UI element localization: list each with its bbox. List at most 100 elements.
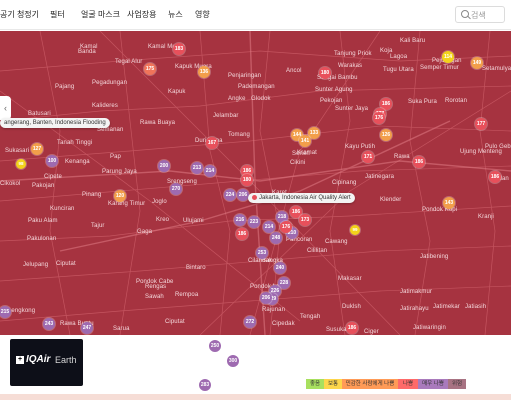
aqi-station-marker[interactable]: 213 (191, 162, 203, 174)
legend-item: 보통 (324, 379, 342, 389)
aqi-station-marker[interactable]: 180 (319, 67, 331, 79)
map-place-label: Cikokol (0, 181, 21, 187)
map-place-label: Angke (228, 96, 246, 102)
tooltip-text: Jakarta, Indonesia Air Quality Alert (259, 195, 351, 202)
nav-news[interactable]: 뉴스 (168, 9, 183, 20)
search-box[interactable]: 검색 (455, 6, 505, 23)
aqi-station-marker[interactable]: 206 (260, 292, 272, 304)
map-place-label: Sunter Jaya (335, 106, 369, 112)
map-place-label: Jatimakmur (400, 289, 433, 295)
map-place-label: Rawa (394, 154, 410, 160)
aqi-station-marker[interactable]: 143 (443, 197, 455, 209)
legend-item: 좋음 (306, 379, 324, 389)
map-place-label: Parung Jaya (102, 169, 137, 175)
legend-item: 민감한 사람에게 나쁨 (342, 379, 398, 389)
aqi-station-marker[interactable]: 99 (350, 225, 360, 235)
aqi-station-marker[interactable]: 100 (46, 155, 58, 167)
map-place-label: Kenanga (65, 159, 90, 165)
aqi-station-marker[interactable]: 248 (270, 232, 282, 244)
top-navigation-bar: 공기 청정기 필터 얼굴 마스크 사업장용 뉴스 영향 검색 (0, 0, 511, 30)
aqi-station-marker[interactable]: 243 (43, 318, 55, 330)
nav-filter[interactable]: 필터 (50, 9, 65, 20)
map-place-label: Pap (110, 154, 121, 160)
aqi-station-marker[interactable]: 149 (471, 57, 483, 69)
aqi-station-marker[interactable]: 186 (413, 156, 425, 168)
aqi-station-marker[interactable]: 186 (236, 228, 248, 240)
aqi-station-marker[interactable]: 167 (206, 137, 218, 149)
iqair-earth-logo[interactable]: + IQAir Earth (10, 339, 83, 386)
aqi-station-marker[interactable]: 250 (209, 340, 221, 352)
map-place-label: Rajunan (262, 307, 286, 313)
aqi-station-marker[interactable]: 127 (31, 143, 43, 155)
aqi-station-marker[interactable]: 186 (346, 322, 358, 334)
map-place-label: Ulujami (183, 218, 204, 224)
map-place-label: Jatiwaringin (413, 325, 446, 331)
aqi-station-marker[interactable]: 253 (256, 247, 268, 259)
map-place-label: Cikini (290, 160, 306, 166)
map-place-label: Pinang (82, 192, 102, 198)
aqi-station-marker[interactable]: 270 (170, 183, 182, 195)
aqi-station-marker[interactable]: 214 (204, 165, 216, 177)
map-place-label: Jatiasih (465, 304, 487, 310)
map-place-label: Setamulya (482, 66, 511, 72)
nav-face-mask[interactable]: 얼굴 마스크 (81, 9, 120, 20)
map-place-label: Jatirahayu (400, 306, 429, 312)
map-place-label: Jatinegara (365, 174, 395, 180)
map-place-label: Gaga (137, 229, 153, 235)
map-place-label: Rengas (145, 284, 167, 290)
map-place-label: Pakojan (32, 183, 55, 189)
aqi-station-marker[interactable]: 98 (16, 159, 26, 169)
map-place-label: Pajang (55, 84, 75, 90)
nav-impact[interactable]: 영향 (195, 9, 210, 20)
nav-business[interactable]: 사업장용 (127, 9, 156, 20)
nav-air-purifier[interactable]: 공기 청정기 (0, 9, 39, 20)
aqi-station-marker[interactable]: 173 (299, 214, 311, 226)
aqi-station-marker[interactable]: 141 (299, 135, 311, 147)
aqi-station-marker[interactable]: 224 (224, 189, 236, 201)
map-place-label: Duklsh (342, 304, 361, 310)
aqi-station-marker[interactable]: 183 (173, 43, 185, 55)
aqi-station-marker[interactable]: 176 (373, 112, 385, 124)
map-place-label: Tajur (91, 223, 105, 229)
aqi-station-marker[interactable]: 186 (489, 171, 501, 183)
aqi-station-marker[interactable]: 214 (263, 221, 275, 233)
map-place-label: Batusari (28, 111, 51, 117)
map-place-label: Jatimekar (433, 304, 460, 310)
map-place-label: Rorotan (445, 98, 468, 104)
aqi-station-marker[interactable]: 176 (280, 221, 292, 233)
logo-plus-mark: + (16, 356, 24, 364)
air-quality-map[interactable]: ‹ Kamal Kamal Muara Banda Tegal Alur Kapuk M… (0, 31, 511, 335)
map-place-label: Warakas (338, 63, 363, 69)
map-place-label: Suka Pura (408, 99, 437, 105)
aqi-station-marker[interactable]: 200 (158, 160, 170, 172)
alert-dot-icon (252, 195, 257, 200)
aqi-station-marker[interactable]: 247 (81, 322, 93, 334)
map-place-label: Kreo (156, 217, 170, 223)
alert-tooltip[interactable]: Jakarta, Indonesia Air Quality Alert (248, 193, 355, 204)
legend-item: 위험 (448, 379, 466, 389)
map-place-label: Jatibening (420, 254, 449, 260)
alert-tooltip[interactable]: angerang, Banten, Indonesia Flooding (0, 118, 110, 128)
aqi-station-marker[interactable]: 120 (114, 190, 126, 202)
aqi-station-marker[interactable]: 180 (241, 174, 253, 186)
aqi-station-marker[interactable]: 300 (227, 355, 239, 367)
map-place-label: Tomang (228, 132, 250, 138)
aqi-station-marker[interactable]: 177 (475, 118, 487, 130)
aqi-station-marker[interactable]: 272 (244, 316, 256, 328)
map-place-label: Jelupang (23, 262, 49, 268)
aqi-station-marker[interactable]: 114 (442, 51, 454, 63)
map-place-label: Tengah (300, 314, 321, 320)
aqi-station-marker[interactable]: 223 (248, 216, 260, 228)
aqi-station-marker[interactable]: 136 (198, 66, 210, 78)
aqi-station-marker[interactable]: 216 (234, 214, 246, 226)
aqi-station-marker[interactable]: 175 (144, 63, 156, 75)
aqi-station-marker[interactable]: 283 (199, 379, 211, 391)
aqi-station-marker[interactable]: 171 (362, 151, 374, 163)
map-place-label: Sawah (145, 294, 164, 300)
map-place-label: Cawang (325, 239, 348, 245)
aqi-station-marker[interactable]: 126 (380, 129, 392, 141)
side-panel-toggle[interactable]: ‹ (0, 96, 11, 120)
legend-item: 매우 나쁨 (418, 379, 448, 389)
tooltip-text: angerang, Banten, Indonesia Flooding (4, 120, 106, 126)
aqi-station-marker[interactable]: 240 (274, 262, 286, 274)
